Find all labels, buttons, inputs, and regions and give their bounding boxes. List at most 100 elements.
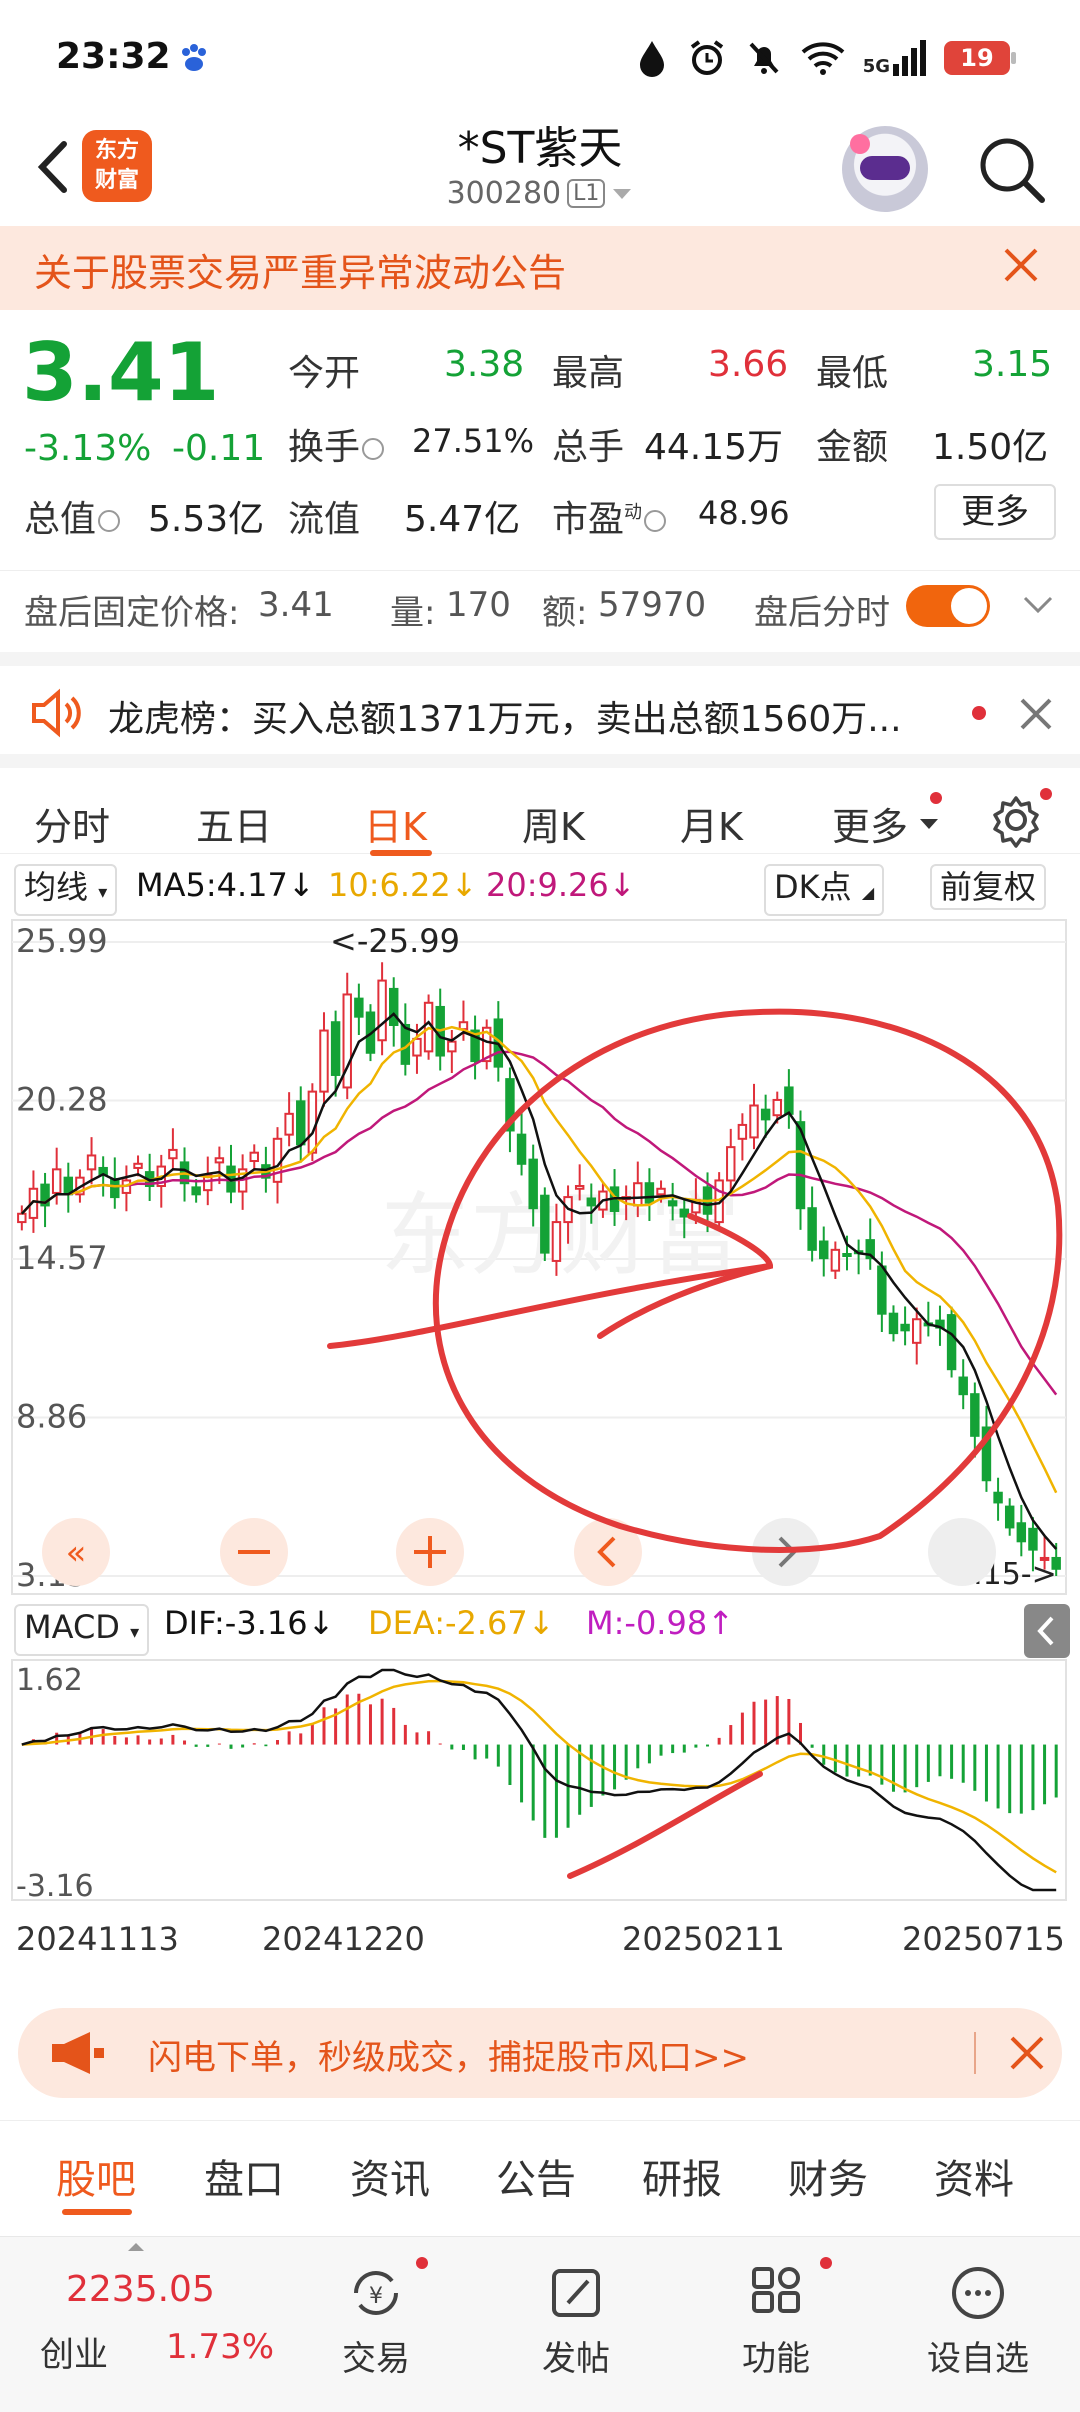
svg-text:¥: ¥ bbox=[369, 2284, 383, 2309]
tab-timeshare[interactable]: 分时 bbox=[34, 796, 110, 851]
tab-order-book[interactable]: 盘口 bbox=[204, 2147, 284, 2205]
tab-daily-k[interactable]: 日K bbox=[364, 796, 427, 851]
promo-text[interactable]: 闪电下单，秒级成交，捕捉股市风口>> bbox=[148, 2030, 749, 2079]
candle-body bbox=[110, 1178, 120, 1199]
candle-body bbox=[447, 1040, 457, 1053]
macd-selector[interactable]: MACD ▾ bbox=[14, 1604, 150, 1656]
ah-amount-value: 57970 bbox=[598, 585, 707, 625]
high-value: 3.66 bbox=[708, 344, 789, 385]
ma10-value: 10:6.22↓ bbox=[328, 866, 478, 904]
volume-label: 总手 bbox=[552, 427, 625, 468]
trade-icon: ¥ bbox=[354, 2271, 398, 2315]
search-icon[interactable] bbox=[972, 130, 1052, 210]
tab-weekly-k[interactable]: 周K bbox=[522, 796, 585, 851]
ah-timeshare-toggle[interactable] bbox=[906, 585, 990, 627]
candle-body bbox=[807, 1207, 817, 1251]
fixed-price-label: 盘后固定价格: bbox=[24, 593, 240, 633]
close-icon[interactable] bbox=[1014, 692, 1058, 736]
megaphone-icon bbox=[52, 2032, 104, 2074]
candle-body bbox=[307, 1090, 318, 1154]
index-name: 创业 bbox=[40, 2335, 108, 2375]
mktcap-label: 总值 bbox=[24, 490, 121, 542]
active-tab-indicator bbox=[62, 2209, 132, 2215]
announcement-banner[interactable]: 关于股票交易严重异常波动公告 bbox=[0, 226, 1080, 310]
candle-body bbox=[667, 1200, 678, 1207]
collapse-panel-button[interactable] bbox=[1024, 1604, 1070, 1658]
nav-functions[interactable]: 功能 bbox=[706, 2263, 846, 2380]
more-button[interactable]: 更多 bbox=[934, 484, 1056, 540]
info-icon[interactable] bbox=[98, 510, 121, 532]
tab-monthly-k[interactable]: 月K bbox=[680, 796, 743, 851]
robot-assistant-avatar[interactable] bbox=[842, 126, 928, 212]
alarm-icon bbox=[690, 40, 723, 75]
scroll-right-fast-button[interactable] bbox=[928, 1518, 996, 1586]
trade-red-dot bbox=[416, 2257, 428, 2269]
edit-icon bbox=[552, 2269, 600, 2317]
nav-watchlist-label: 设自选 bbox=[927, 2339, 1029, 2379]
ma-selector[interactable]: 均线 ▾ bbox=[14, 864, 118, 916]
tab-news[interactable]: 资讯 bbox=[350, 2147, 430, 2205]
promo-banner[interactable]: 闪电下单，秒级成交，捕捉股市风口>> bbox=[18, 2008, 1062, 2098]
dk-point-selector[interactable]: DK点 ◢ bbox=[764, 864, 885, 916]
candle-body bbox=[574, 1184, 585, 1190]
nav-trade[interactable]: ¥ 交易 bbox=[306, 2263, 446, 2380]
candle-body bbox=[330, 1021, 341, 1076]
nav-post[interactable]: 发帖 bbox=[506, 2263, 646, 2380]
macd-chart: 1.62 -3.16 bbox=[11, 1659, 1067, 1904]
longhu-ticker[interactable]: 龙虎榜：买入总额1371万元，卖出总额1560万... bbox=[0, 652, 1080, 747]
info-icon[interactable] bbox=[644, 510, 667, 532]
bottom-navigation: 2235.05 创业 1.73% ¥ 交易 发帖 功能 设自选 bbox=[0, 2236, 1080, 2412]
date-tick: 20250211 bbox=[622, 1920, 785, 1958]
candlestick-chart[interactable]: 东方财富 25.9920.2814.578.863.15 <-25.99 3.1… bbox=[0, 916, 1080, 1596]
candle-body bbox=[633, 1182, 643, 1207]
tab-research[interactable]: 研报 bbox=[642, 2147, 722, 2205]
candle-body bbox=[249, 1151, 259, 1163]
tab-five-day[interactable]: 五日 bbox=[196, 796, 272, 851]
nav-functions-label: 功能 bbox=[742, 2339, 810, 2379]
candle-body bbox=[830, 1248, 841, 1272]
gear-icon[interactable] bbox=[986, 788, 1046, 848]
tab-announcements[interactable]: 公告 bbox=[496, 2147, 576, 2205]
candle-body bbox=[284, 1112, 294, 1136]
tab-profile[interactable]: 资料 bbox=[934, 2147, 1014, 2205]
candle-body bbox=[737, 1123, 748, 1140]
candle-body bbox=[551, 1221, 562, 1262]
chevron-down-icon[interactable] bbox=[1022, 593, 1054, 617]
tab-more[interactable]: 更多 bbox=[832, 796, 908, 851]
info-icon[interactable] bbox=[362, 438, 385, 460]
close-icon[interactable] bbox=[996, 240, 1046, 290]
volume-value: 44.15万 bbox=[644, 427, 784, 468]
tab-guba[interactable]: 股吧 bbox=[56, 2147, 136, 2205]
chevron-left-icon bbox=[1037, 1616, 1054, 1646]
candle-body bbox=[842, 1253, 852, 1258]
price-tick-label: 8.86 bbox=[16, 1398, 87, 1436]
candle-body bbox=[586, 1197, 597, 1207]
fixed-price-value: 3.41 bbox=[258, 585, 334, 625]
candle-body bbox=[86, 1154, 97, 1171]
adjust-selector[interactable]: 前复权 bbox=[930, 864, 1047, 910]
double-chevron-left-icon: « bbox=[66, 1533, 87, 1573]
nav-watchlist[interactable]: 设自选 bbox=[908, 2263, 1048, 2380]
period-tabs: 分时 五日 日K 周K 月K 更多 bbox=[0, 754, 1080, 856]
date-tick: 20241220 bbox=[262, 1920, 425, 1958]
candle-body bbox=[772, 1098, 782, 1117]
close-icon[interactable] bbox=[1006, 2032, 1048, 2074]
announcement-text[interactable]: 关于股票交易严重异常波动公告 bbox=[34, 242, 566, 297]
candle-body bbox=[214, 1157, 225, 1164]
candle-body bbox=[133, 1162, 143, 1169]
longhu-text[interactable]: 龙虎榜：买入总额1371万元，卖出总额1560万... bbox=[108, 690, 902, 742]
candle-body bbox=[993, 1491, 1003, 1504]
m-value: M:-0.98↑ bbox=[586, 1604, 734, 1642]
float-label: 流值 bbox=[288, 499, 361, 540]
candle-body bbox=[900, 1323, 910, 1332]
mktcap-label-text: 总值 bbox=[24, 499, 97, 540]
candle-body bbox=[51, 1168, 62, 1194]
open-value: 3.38 bbox=[444, 344, 525, 385]
macd-max-tick: 1.62 bbox=[16, 1663, 83, 1698]
pe-superscript: 动 bbox=[624, 502, 643, 523]
candle-body bbox=[377, 979, 387, 1042]
index-value[interactable]: 2235.05 bbox=[66, 2269, 215, 2310]
quote-panel: 3.41 -3.13% -0.11 今开 3.38 最高 3.66 最低 3.1… bbox=[0, 320, 1080, 560]
tab-finance[interactable]: 财务 bbox=[788, 2147, 868, 2205]
change-percent: -3.13% bbox=[24, 428, 152, 469]
